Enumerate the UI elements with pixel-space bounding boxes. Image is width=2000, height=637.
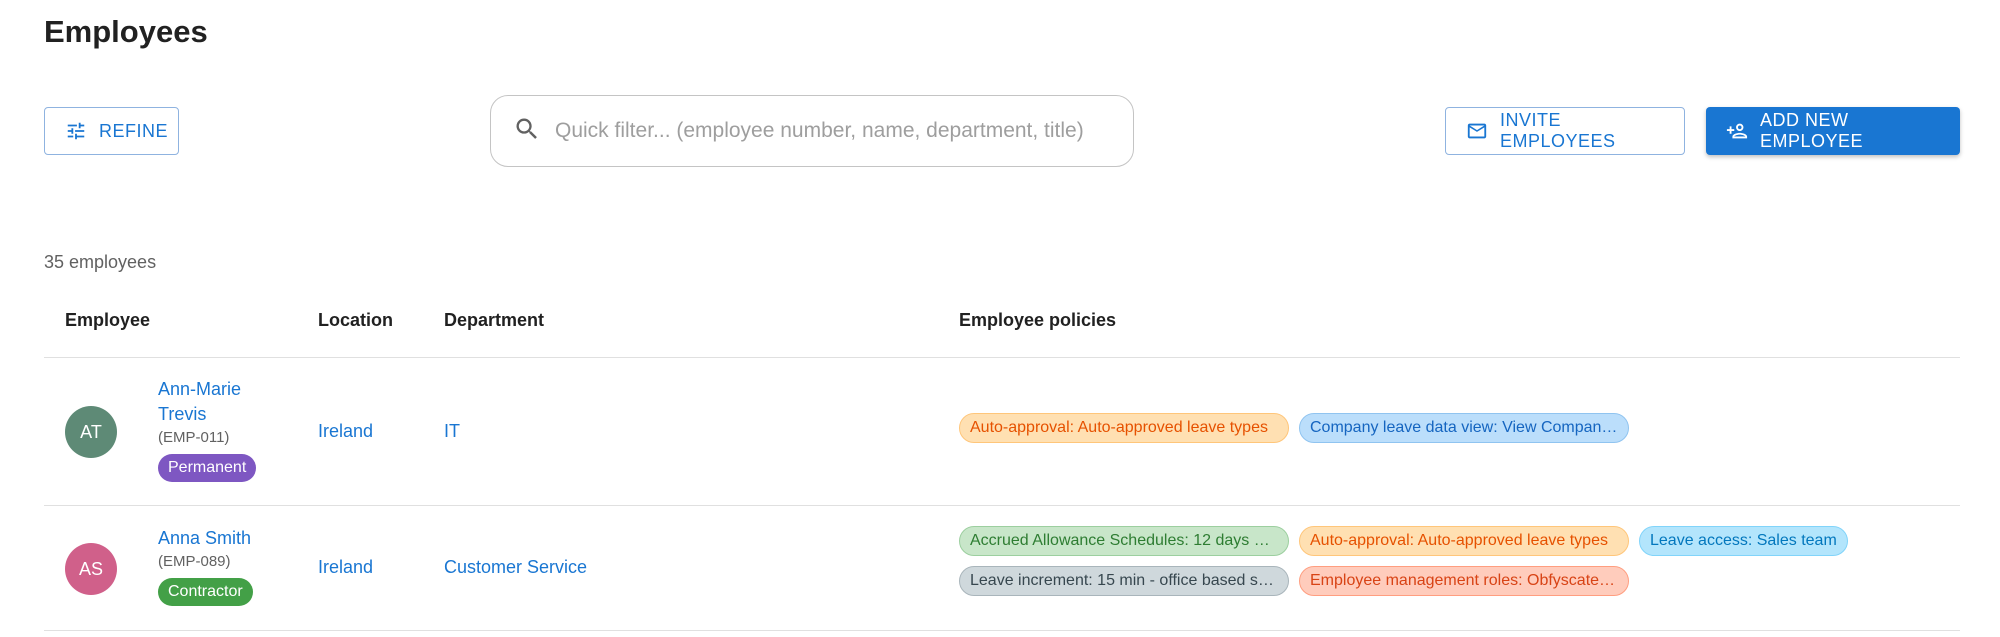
employee-count: 35 employees (44, 252, 157, 272)
policy-chip[interactable]: Auto-approval: Auto-approved leave types (959, 413, 1289, 443)
employee-info: Ann-Marie Trevis (EMP-011) Permanent (158, 377, 308, 482)
quick-filter[interactable] (490, 95, 1134, 167)
column-header-policies[interactable]: Employee policies (959, 310, 1116, 331)
policy-chip[interactable]: Auto-approval: Auto-approved leave types (1299, 526, 1629, 556)
avatar: AS (65, 543, 117, 595)
policy-chip[interactable]: Employee management roles: Obfyscated ma… (1299, 566, 1629, 596)
invite-label: INVITE EMPLOYEES (1500, 110, 1616, 151)
column-header-employee[interactable]: Employee (65, 310, 150, 331)
policy-chip[interactable]: Accrued Allowance Schedules: 12 days per… (959, 526, 1289, 556)
employee-id: (EMP-089) (158, 553, 231, 570)
employment-type-badge: Permanent (158, 454, 257, 482)
refine-label: REFINE (99, 120, 169, 141)
invite-employees-button[interactable]: INVITE EMPLOYEES (1445, 107, 1685, 155)
policy-chip[interactable]: Leave access: Sales team (1639, 526, 1848, 556)
mail-icon (1466, 120, 1488, 142)
column-header-department[interactable]: Department (444, 310, 544, 331)
employee-info: Anna Smith (EMP-089) Contractor (158, 526, 308, 606)
employee-name-link[interactable]: Ann-Marie (158, 377, 308, 402)
tune-icon (65, 120, 87, 142)
policy-chip[interactable]: Company leave data view: View Company le… (1299, 413, 1629, 443)
add-new-employee-button[interactable]: ADD NEW EMPLOYEE (1706, 107, 1960, 155)
add-label: ADD NEW EMPLOYEE (1760, 110, 1864, 151)
page-title: Employees (44, 14, 208, 49)
employee-table: Employee Location Department Employee po… (44, 300, 1960, 631)
employee-id: (EMP-011) (158, 429, 230, 446)
avatar: AT (65, 406, 117, 458)
department-link[interactable]: IT (444, 421, 460, 442)
policy-chip[interactable]: Leave increment: 15 min - office based s… (959, 566, 1289, 596)
table-header: Employee Location Department Employee po… (44, 300, 1960, 358)
refine-button[interactable]: REFINE (44, 107, 179, 155)
person-add-icon (1726, 120, 1748, 142)
policy-list: Auto-approval: Auto-approved leave types… (959, 413, 1919, 443)
table-row[interactable]: AT Ann-Marie Trevis (EMP-011) Permanent … (44, 358, 1960, 506)
search-input[interactable] (555, 119, 1115, 143)
employee-name-link[interactable]: Anna Smith (158, 526, 308, 551)
column-header-location[interactable]: Location (318, 310, 393, 331)
policy-list: Accrued Allowance Schedules: 12 days per… (959, 526, 1919, 596)
employee-name-link-line2[interactable]: Trevis (158, 402, 308, 427)
department-link[interactable]: Customer Service (444, 557, 587, 578)
location-link[interactable]: Ireland (318, 421, 373, 442)
table-row[interactable]: AS Anna Smith (EMP-089) Contractor Irela… (44, 506, 1960, 631)
location-link[interactable]: Ireland (318, 557, 373, 578)
employment-type-badge: Contractor (158, 578, 253, 606)
search-icon (513, 115, 541, 148)
